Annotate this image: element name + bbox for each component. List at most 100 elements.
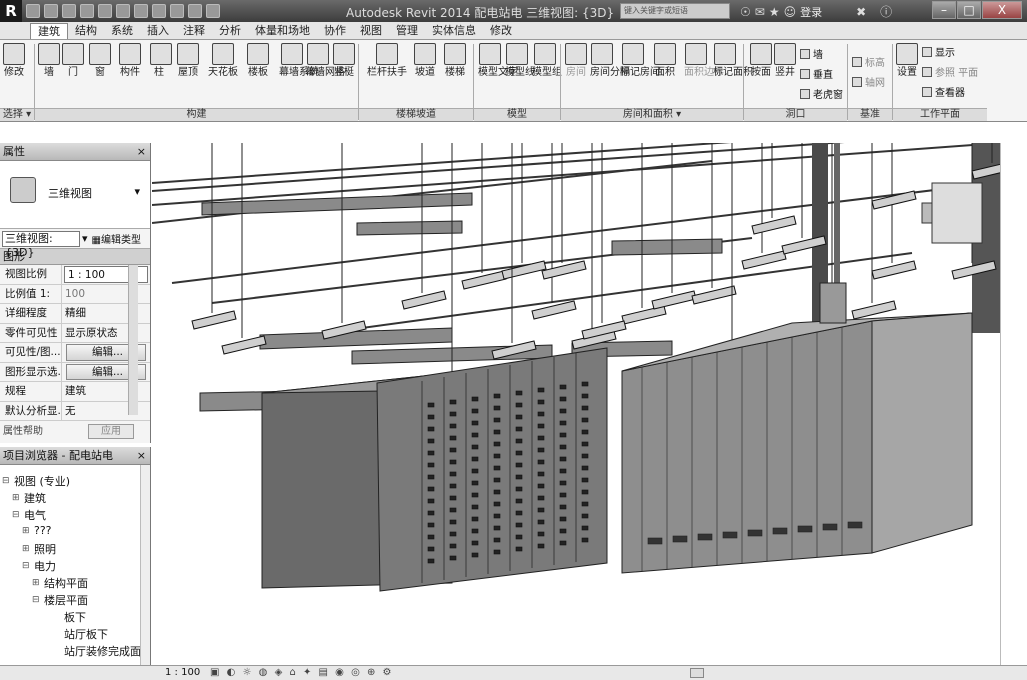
tree-item[interactable]: ⊟ 电力 (22, 558, 56, 574)
close-button[interactable]: X (982, 1, 1022, 19)
help-icon[interactable]: ⓘ (880, 3, 892, 20)
app-menu-button[interactable]: R (0, 0, 22, 22)
tree-toggle-icon[interactable]: ⊟ (22, 561, 31, 571)
ribbon-button-17[interactable]: 模型组 (532, 43, 562, 105)
ribbon-button-22[interactable]: 面积边界 (684, 43, 724, 105)
ribbon-button-23[interactable]: 标记面积 (713, 43, 753, 105)
close-icon[interactable]: × (137, 143, 146, 161)
subscription-icon[interactable]: ✉ (755, 5, 765, 19)
ribbon-button-10[interactable]: 幕墙网格 (305, 43, 345, 105)
tree-item[interactable]: 站厅板下 (52, 626, 108, 642)
group-room-area[interactable]: 房间和面积 ▾ (561, 108, 743, 121)
tree-toggle-icon[interactable]: ⊞ (32, 578, 41, 588)
tree-toggle-icon[interactable]: ⊟ (12, 510, 21, 520)
apply-button[interactable]: 应用 (88, 424, 134, 439)
ribbon-button-24[interactable]: 按面 (750, 43, 772, 105)
ribbon-button-0[interactable]: 修改 (2, 43, 26, 105)
text-icon[interactable] (116, 4, 130, 18)
dormer-opening-button[interactable]: 老虎窗 (800, 86, 843, 101)
tab-4[interactable]: 注释 (176, 23, 212, 39)
ribbon-button-18[interactable]: 房间 (565, 43, 587, 105)
maximize-button[interactable]: □ (957, 1, 981, 19)
redo-icon[interactable] (80, 4, 94, 18)
opening-wall-button[interactable]: 墙 (800, 46, 823, 61)
ribbon-button-21[interactable]: 面积 (652, 43, 678, 105)
section-icon[interactable] (152, 4, 166, 18)
ribbon-button-19[interactable]: 房间分隔 (590, 43, 630, 105)
tab-5[interactable]: 分析 (212, 23, 248, 39)
ribbon-button-8[interactable]: 楼板 (245, 43, 271, 105)
ribbon-button-3[interactable]: 窗 (88, 43, 112, 105)
ribbon-button-2[interactable]: 门 (62, 43, 84, 105)
ribbon-button-25[interactable]: 竖井 (773, 43, 797, 105)
tree-item[interactable]: ⊟ 视图 (专业) (2, 473, 70, 489)
tab-1[interactable]: 结构 (68, 23, 104, 39)
ref-plane-button[interactable]: 参照 平面 (922, 64, 978, 79)
tree-item[interactable]: 板下 (52, 609, 86, 625)
view-control-icons[interactable]: ▣ ◐ ☼ ◍ ◈ ⌂ ✦ ▤ ◉ ◎ ⊕ ⚙ (210, 666, 394, 680)
tree-toggle-icon[interactable]: ⊞ (12, 493, 21, 503)
open-icon[interactable] (26, 4, 40, 18)
grid-button[interactable]: 轴网 (852, 74, 885, 89)
close-windows-icon[interactable] (188, 4, 202, 18)
3d-view-icon[interactable] (134, 4, 148, 18)
undo-icon[interactable] (62, 4, 76, 18)
tab-0[interactable]: 建筑 (30, 23, 68, 39)
tab-10[interactable]: 实体信息 (425, 23, 483, 39)
exchange-icon[interactable]: ✖ (856, 5, 866, 19)
tree-toggle-icon[interactable]: ⊟ (32, 595, 41, 605)
thin-lines-icon[interactable] (170, 4, 184, 18)
ribbon-button-13[interactable]: 坡道 (413, 43, 437, 105)
canvas-vertical-scrollbar[interactable] (1000, 143, 1027, 665)
ribbon-button-26[interactable]: 设置 (893, 43, 921, 105)
measure-icon[interactable] (98, 4, 112, 18)
chevron-down-icon[interactable]: ▾ (82, 232, 88, 245)
tab-8[interactable]: 视图 (353, 23, 389, 39)
tab-7[interactable]: 协作 (317, 23, 353, 39)
tree-toggle-icon[interactable]: ⊞ (22, 544, 31, 554)
group-select[interactable]: 选择 ▾ (0, 108, 34, 121)
tab-6[interactable]: 体量和场地 (248, 23, 317, 39)
level-button[interactable]: 标高 (852, 54, 885, 69)
tab-11[interactable]: 修改 (483, 23, 519, 39)
ribbon-button-12[interactable]: 栏杆扶手 (365, 43, 409, 105)
tree-item[interactable]: ⊟ 电气 (12, 507, 46, 523)
login-link[interactable]: 登录 (800, 4, 822, 20)
tree-toggle-icon[interactable]: ⊞ (22, 526, 31, 536)
close-icon[interactable]: × (137, 447, 146, 465)
binoculars-icon[interactable]: ☉ (740, 5, 751, 19)
communication-icon[interactable]: ★ (769, 5, 780, 19)
view-scale[interactable]: 1 : 100 (165, 666, 200, 680)
edit-type-button[interactable]: ▦编辑类型 (92, 231, 141, 246)
tree-item[interactable]: ⊞ 结构平面 (32, 575, 88, 591)
ribbon-button-7[interactable]: 天花板 (207, 43, 239, 105)
minimize-button[interactable]: – (932, 1, 956, 19)
ribbon-button-11[interactable]: 竖梃 (332, 43, 356, 105)
browser-scrollbar[interactable] (140, 465, 150, 665)
category-graphics[interactable]: 图形 (0, 249, 150, 265)
quick-access-dropdown-icon[interactable] (206, 4, 220, 18)
ribbon-button-1[interactable]: 墙 (38, 43, 60, 105)
horizontal-scroll-thumb[interactable] (690, 668, 704, 678)
tree-item[interactable]: ⊞??? (22, 524, 52, 537)
ribbon-button-6[interactable]: 屋顶 (175, 43, 201, 105)
search-input[interactable]: 键入关键字或短语 (620, 3, 730, 19)
tree-item[interactable]: ⊟ 楼层平面 (32, 592, 88, 608)
viewer-button[interactable]: 查看器 (922, 84, 965, 99)
view-instance-select[interactable]: 三维视图: {3D} (2, 230, 80, 259)
tab-3[interactable]: 插入 (140, 23, 176, 39)
ribbon-button-4[interactable]: 构件 (116, 43, 144, 105)
ribbon-button-20[interactable]: 标记房间 (620, 43, 660, 105)
user-icon[interactable]: ☺ (784, 5, 797, 19)
tree-item[interactable]: ⊞ 建筑 (12, 490, 46, 506)
ribbon-button-9[interactable]: 幕墙系统 (279, 43, 319, 105)
tab-9[interactable]: 管理 (389, 23, 425, 39)
opening-vertical-button[interactable]: 垂直 (800, 66, 833, 81)
properties-scrollbar[interactable] (128, 265, 138, 415)
ribbon-button-16[interactable]: 模型线 (505, 43, 535, 105)
tab-2[interactable]: 系统 (104, 23, 140, 39)
ribbon-button-5[interactable]: 柱 (150, 43, 172, 105)
tree-item[interactable]: 站厅装修完成面 (52, 643, 141, 659)
tree-toggle-icon[interactable]: ⊟ (2, 476, 11, 486)
tree-item[interactable]: ⊞ 照明 (22, 541, 56, 557)
